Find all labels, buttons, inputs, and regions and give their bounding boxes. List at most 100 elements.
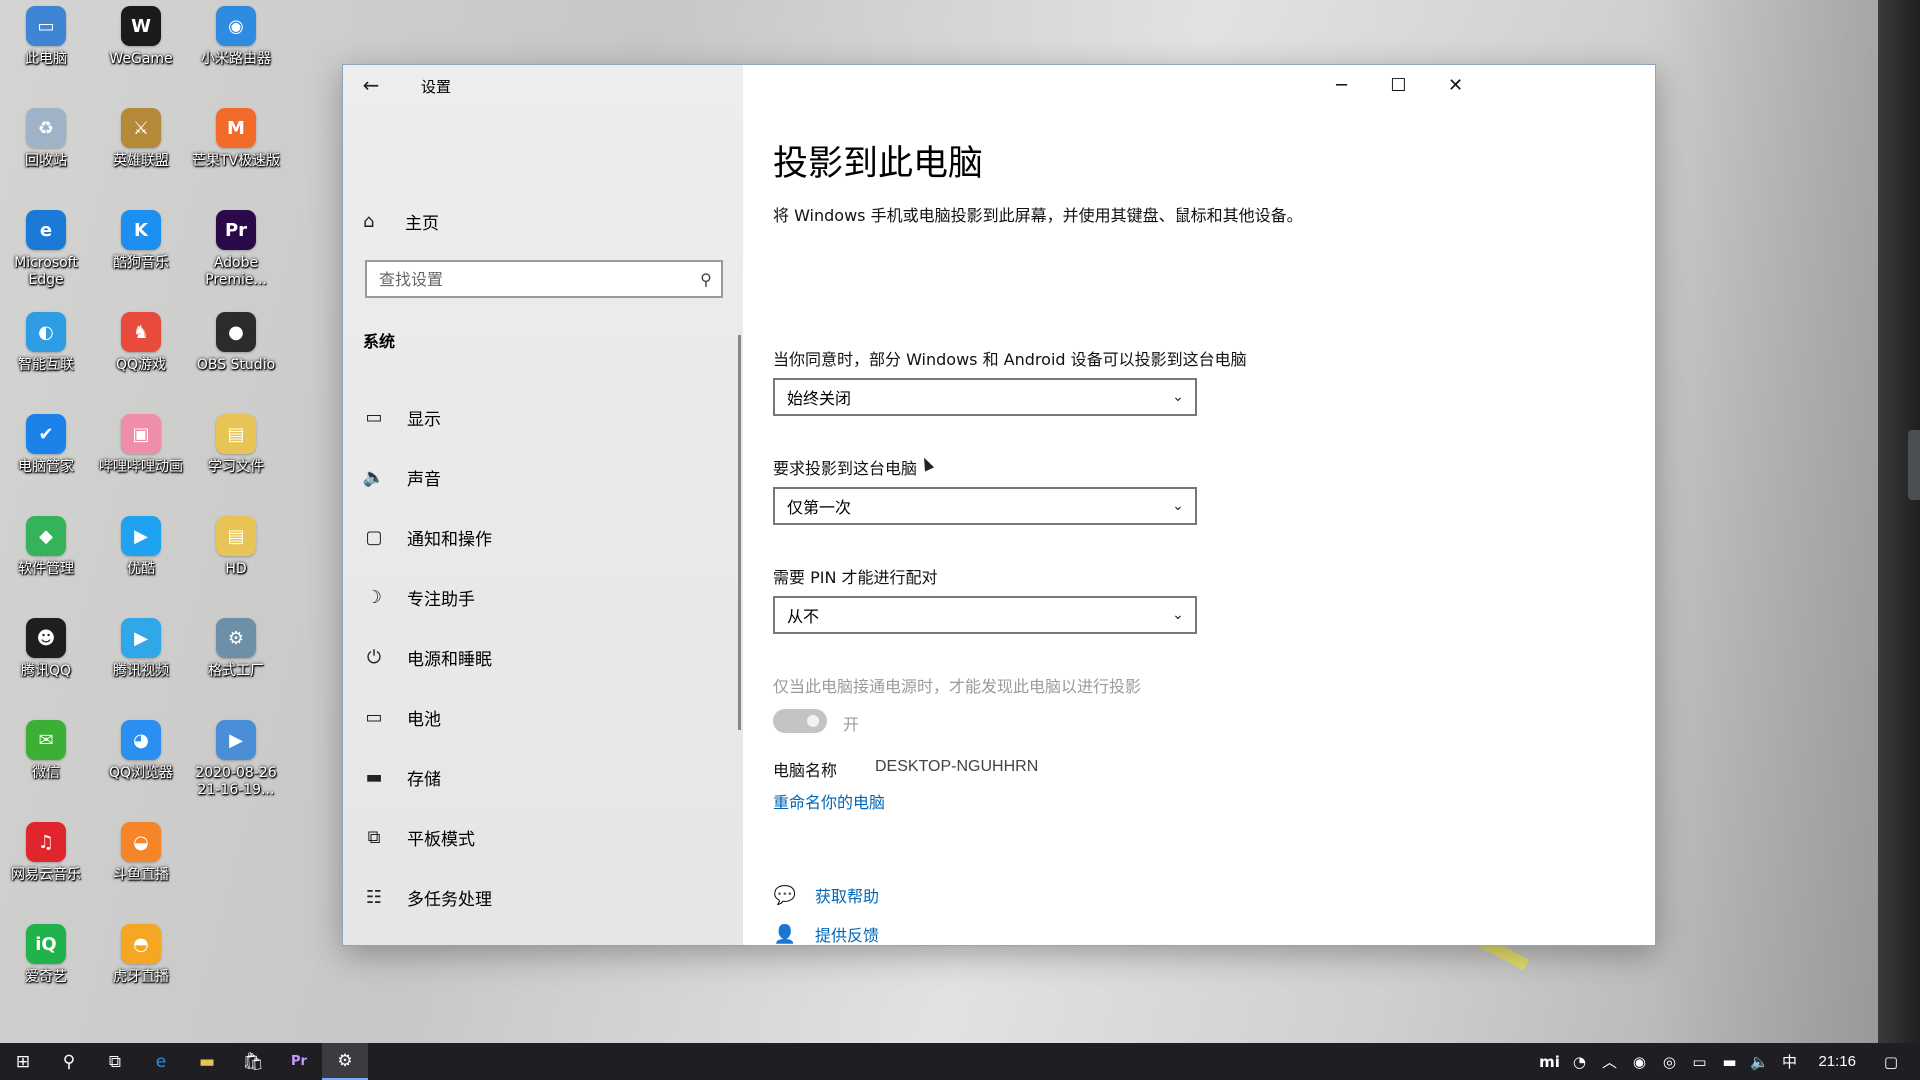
sidebar-item-display[interactable]: ▭ 显示 [343, 387, 743, 447]
desktop-icon-label: 虎牙直播 [113, 969, 169, 985]
group-title: 系统 [363, 332, 396, 351]
desktop-icon-hd-file[interactable]: ▤ HD [190, 516, 282, 578]
sidebar-item-notification[interactable]: ▢ 通知和操作 [343, 507, 743, 567]
chevron-up-icon[interactable]: ︿ [1594, 1043, 1624, 1080]
desktop-icon-label: 电脑管家 [18, 459, 74, 475]
desktop-icon-douyu[interactable]: ◒ 斗鱼直播 [95, 822, 187, 884]
sync-tray-icon[interactable]: ◔ [1564, 1043, 1594, 1080]
titlebar-left: ← 设置 [343, 65, 743, 105]
desktop-icon-youku[interactable]: ▶ 优酷 [95, 516, 187, 578]
desktop-icon-computer[interactable]: ▭ 此电脑 [0, 6, 92, 68]
desktop-icon-qq-game[interactable]: ♞ QQ游戏 [95, 312, 187, 374]
desktop-icon-folder[interactable]: ▤ 学习文件 [190, 414, 282, 476]
kugou-icon: K [121, 210, 161, 250]
desktop-icon-video-file[interactable]: ▶ 2020-08-26 21-16-19... [190, 720, 282, 799]
record-tray-icon[interactable]: ◎ [1654, 1043, 1684, 1080]
feedback-person-icon: 👤 [773, 923, 797, 945]
desktop-icon-wechat[interactable]: ✉ 微信 [0, 720, 92, 782]
wallpaper-edge-tab [1908, 430, 1920, 500]
desktop-icon-huya[interactable]: ◓ 虎牙直播 [95, 924, 187, 986]
sidebar-item-speaker[interactable]: 🔈 声音 [343, 447, 743, 507]
desktop-icon-netease-music[interactable]: ♫ 网易云音乐 [0, 822, 92, 884]
desktop-icon-label: OBS Studio [196, 357, 276, 373]
iqiyi-icon: iQ [26, 924, 66, 964]
store-icon[interactable]: 🛍 [230, 1043, 276, 1080]
settings-search-input[interactable] [367, 262, 691, 296]
desktop-icon-pc-manager[interactable]: ✔ 电脑管家 [0, 414, 92, 476]
search-icon[interactable]: ⚲ [691, 270, 721, 289]
sidebar-item-project[interactable]: ⧉投影到此电脑 [343, 927, 743, 945]
setting-ask-projection-label: 要求投影到这台电脑 [773, 459, 918, 478]
settings-search-box[interactable]: ⚲ [365, 260, 723, 298]
page-title: 投影到此电脑 [773, 144, 984, 184]
action-center-icon[interactable]: ▢ [1876, 1043, 1906, 1080]
sidebar-item-storage[interactable]: ▬ 存储 [343, 747, 743, 807]
desktop-icon-label: 回收站 [25, 153, 67, 169]
desktop-icon-bilibili[interactable]: ▣ 哔哩哔哩动画 [95, 414, 187, 476]
sidebar-scrollbar[interactable] [738, 335, 741, 730]
desktop-icon-obs[interactable]: ● OBS Studio [190, 312, 282, 374]
feedback-link[interactable]: 提供反馈 [815, 922, 879, 945]
netease-music-icon: ♫ [26, 822, 66, 862]
rename-pc-link[interactable]: 重命名你的电脑 [773, 789, 885, 813]
desktop-icon-label: 斗鱼直播 [113, 867, 169, 883]
taskbar: ⊞ ⚲ ⧉ e ▬ 🛍 Pr ⚙ mi ◔ ︿ ◉ ◎ ▭ ▬ 🔈 中 21:1… [0, 1043, 1920, 1080]
desktop-icon-mi-router[interactable]: ◉ 小米路由器 [190, 6, 282, 68]
display-icon: ▭ [365, 406, 383, 428]
desktop-icon-mango-tv[interactable]: M 芒果TV极速版 [190, 108, 282, 170]
start-button[interactable]: ⊞ [0, 1043, 46, 1080]
sidebar-item-multitasking[interactable]: ☷ 多任务处理 [343, 867, 743, 927]
chevron-down-icon: ⌄ [1172, 498, 1184, 514]
sidebar-item-power[interactable]: ⏻ 电源和睡眠 [343, 627, 743, 687]
desktop-icon-premiere[interactable]: Pr Adobe Premie... [190, 210, 282, 289]
home-nav-item[interactable]: ⌂ 主页 [363, 207, 439, 235]
back-arrow-icon[interactable]: ← [359, 73, 383, 97]
edge-taskbar-icon[interactable]: e [138, 1043, 184, 1080]
desktop-icon-tencent-video[interactable]: ▶ 腾讯视频 [95, 618, 187, 680]
minimize-button[interactable]: ─ [1313, 65, 1370, 105]
maximize-button[interactable]: ☐ [1370, 65, 1427, 105]
desktop-icon-edge[interactable]: e Microsoft Edge [0, 210, 92, 289]
sidebar-item-battery[interactable]: ▭ 电池 [343, 687, 743, 747]
search-icon[interactable]: ⚲ [46, 1043, 92, 1080]
desktop-icon-label: 学习文件 [208, 459, 264, 475]
close-button[interactable]: ✕ [1427, 65, 1484, 105]
feedback-row[interactable]: 👤 提供反馈 [773, 922, 879, 946]
network-icon[interactable]: ▭ [1684, 1043, 1714, 1080]
battery-tray-icon[interactable]: ▬ [1714, 1043, 1744, 1080]
volume-icon[interactable]: 🔈 [1744, 1043, 1774, 1080]
power-only-toggle[interactable] [773, 709, 827, 733]
require-pin-dropdown[interactable]: 从不 ⌄ [773, 596, 1197, 634]
clock[interactable]: 21:16 [1804, 1053, 1876, 1070]
desktop-icon-recycle-bin[interactable]: ♻ 回收站 [0, 108, 92, 170]
speaker-icon: 🔈 [362, 466, 386, 488]
desktop-icon-kugou[interactable]: K 酷狗音乐 [95, 210, 187, 272]
sidebar-nav-list: ▭ 显示 🔈 声音 ▢ 通知和操作 ☽ 专注助手 ⏻ 电源和睡眠 ▭ 电池 ▬ 存储 ⧉ 平板模式 ☷ 多任务处理… [343, 387, 743, 945]
get-help-row[interactable]: 💬 获取帮助 [773, 883, 879, 907]
ime-indicator[interactable]: 中 [1774, 1043, 1804, 1080]
desktop-icon-lol[interactable]: ⚔ 英雄联盟 [95, 108, 187, 170]
desktop-icon-qq[interactable]: ☻ 腾讯QQ [0, 618, 92, 680]
settings-taskbar-icon[interactable]: ⚙ [322, 1043, 368, 1080]
desktop-icon-qq-browser[interactable]: ◕ QQ浏览器 [95, 720, 187, 782]
netease-tray-icon[interactable]: ◉ [1624, 1043, 1654, 1080]
sidebar-item-moon[interactable]: ☽ 专注助手 [343, 567, 743, 627]
desktop-icon-label: 爱奇艺 [25, 969, 67, 985]
ask-projection-dropdown[interactable]: 仅第一次 ⌄ [773, 487, 1197, 525]
desktop-icon-format-factory[interactable]: ⚙ 格式工厂 [190, 618, 282, 680]
desktop-icon-smart-connect[interactable]: ◐ 智能互联 [0, 312, 92, 374]
desktop-icon-wegame[interactable]: W WeGame [95, 6, 187, 68]
get-help-link[interactable]: 获取帮助 [815, 883, 879, 907]
file-explorer-icon[interactable]: ▬ [184, 1043, 230, 1080]
sidebar-item-label: 专注助手 [407, 589, 475, 610]
desktop-icon-iqiyi[interactable]: iQ 爱奇艺 [0, 924, 92, 986]
sidebar-item-tablet-mode[interactable]: ⧉ 平板模式 [343, 807, 743, 867]
douyu-icon: ◒ [121, 822, 161, 862]
mi-tray-icon[interactable]: mi [1534, 1043, 1564, 1080]
premiere-taskbar-icon[interactable]: Pr [276, 1043, 322, 1080]
task-view-icon[interactable]: ⧉ [92, 1043, 138, 1080]
desktop-icon-label: 智能互联 [18, 357, 74, 373]
allow-projection-dropdown[interactable]: 始终关闭 ⌄ [773, 378, 1197, 416]
desktop-icon-label: QQ浏览器 [108, 765, 174, 781]
desktop-icon-software-manager[interactable]: ◆ 软件管理 [0, 516, 92, 578]
